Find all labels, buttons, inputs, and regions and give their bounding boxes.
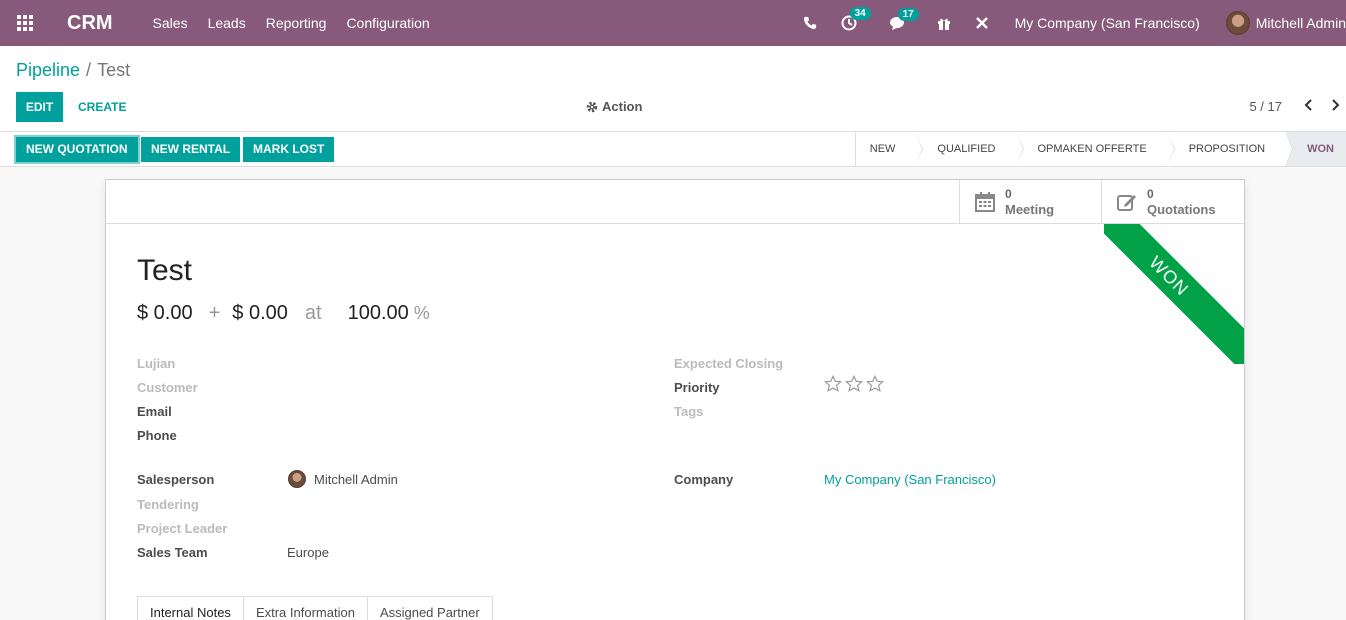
revenue-line: $ 0.00 + $ 0.00 at 100.00 %	[137, 302, 430, 325]
tab-internal-notes[interactable]: Internal Notes	[137, 596, 244, 620]
probability-value[interactable]: 100.00	[348, 302, 409, 325]
expected-closing-label: Expected Closing	[674, 356, 784, 371]
notebook-tabs: Internal Notes Extra Information Assigne…	[137, 596, 1215, 620]
record-title[interactable]: Test	[137, 254, 192, 288]
percent-sign: %	[413, 303, 430, 323]
breadcrumb: Pipeline / Test	[16, 60, 130, 81]
edit-icon	[1117, 195, 1136, 211]
form-sheet: 0 Meeting 0 Quotations WON Test $ 0.00 + $…	[105, 179, 1245, 620]
quotations-smart-button[interactable]: 0 Quotations	[1101, 180, 1244, 224]
activity-count-badge: 34	[849, 7, 871, 20]
control-panel: Pipeline / Test EDIT CREATE Action 5 / 17	[0, 46, 1346, 132]
salesperson-avatar	[288, 470, 306, 488]
plus-sign: +	[208, 302, 221, 324]
quotations-count: 0	[1147, 187, 1154, 201]
prorated-revenue[interactable]: $ 0.00	[232, 302, 288, 325]
pager-previous-icon[interactable]	[1304, 92, 1314, 122]
action-dropdown[interactable]: Action	[586, 92, 642, 122]
new-quotation-button[interactable]: NEW QUOTATION	[14, 135, 140, 164]
gear-icon	[586, 101, 598, 113]
priority-stars	[824, 375, 884, 393]
project-leader-label: Project Leader	[137, 521, 228, 536]
sales-team-label: Sales Team	[137, 545, 208, 560]
breadcrumb-pipeline-link[interactable]: Pipeline	[16, 60, 80, 80]
edit-button[interactable]: EDIT	[16, 92, 63, 122]
stage-proposition[interactable]: PROPOSITION	[1167, 132, 1294, 166]
tendering-label: Tendering	[137, 497, 199, 512]
activity-icon[interactable]: 34	[841, 7, 871, 31]
customer-label: Customer	[137, 380, 198, 395]
navbar-systray: 34 17 My Company (San Francisco) Mitchel…	[791, 0, 1346, 46]
company-switcher[interactable]: My Company (San Francisco)	[1015, 15, 1200, 31]
new-rental-button[interactable]: NEW RENTAL	[141, 137, 241, 162]
salesperson-value[interactable]: Mitchell Admin	[314, 472, 398, 487]
menu-sales[interactable]: Sales	[153, 15, 188, 31]
expected-revenue[interactable]: $ 0.00	[137, 302, 193, 325]
won-ribbon: WON	[1104, 224, 1244, 364]
star-icon[interactable]	[866, 375, 884, 393]
messages-icon[interactable]: 17	[889, 8, 919, 30]
debug-tools-icon[interactable]	[975, 16, 989, 30]
pager-value[interactable]: 5 / 17	[1249, 92, 1282, 122]
at-label: at	[304, 302, 322, 324]
action-label: Action	[602, 99, 643, 114]
tab-extra-information[interactable]: Extra Information	[242, 596, 368, 620]
tags-label: Tags	[674, 404, 704, 419]
stage-pipeline: NEW QUALIFIED OPMAKEN OFFERTE PROPOSITIO…	[854, 132, 1346, 166]
meeting-label: Meeting	[1005, 202, 1055, 217]
menu-leads[interactable]: Leads	[208, 15, 246, 31]
breadcrumb-separator: /	[86, 60, 92, 80]
stage-won[interactable]: WON	[1285, 132, 1346, 166]
priority-label: Priority	[674, 380, 720, 395]
mark-lost-button[interactable]: MARK LOST	[243, 137, 335, 162]
user-avatar	[1225, 11, 1250, 35]
user-name: Mitchell Admin	[1255, 15, 1346, 31]
top-navbar: CRM Sales Leads Reporting Configuration …	[0, 0, 1346, 46]
email-label: Email	[137, 404, 172, 419]
star-icon[interactable]	[824, 375, 842, 393]
tab-assigned-partner[interactable]: Assigned Partner	[366, 596, 493, 620]
meeting-count: 0	[1005, 187, 1012, 201]
breadcrumb-current: Test	[97, 60, 131, 80]
stage-qualified[interactable]: QUALIFIED	[915, 132, 1024, 166]
stage-new[interactable]: NEW	[856, 132, 924, 166]
company-label: Company	[674, 472, 734, 487]
menu-reporting[interactable]: Reporting	[266, 15, 327, 31]
user-menu[interactable]: Mitchell Admin	[1225, 11, 1346, 35]
meeting-smart-button[interactable]: 0 Meeting	[959, 180, 1102, 224]
quotations-label: Quotations	[1147, 202, 1216, 217]
pager-next-icon[interactable]	[1330, 92, 1340, 122]
phone-label: Phone	[137, 428, 177, 443]
create-button[interactable]: CREATE	[78, 92, 126, 122]
form-statusbar: NEW QUOTATION NEW RENTAL MARK LOST NEW Q…	[0, 132, 1346, 167]
apps-menu-icon[interactable]	[0, 0, 50, 46]
calendar-icon	[975, 192, 995, 212]
menu-configuration[interactable]: Configuration	[346, 15, 429, 31]
stage-opmaken-offerte[interactable]: OPMAKEN OFFERTE	[1016, 132, 1175, 166]
message-count-badge: 17	[897, 8, 919, 21]
won-ribbon-text: WON	[1104, 224, 1244, 364]
smart-button-box: 0 Meeting 0 Quotations	[106, 180, 1244, 224]
salesperson-label: Salesperson	[137, 472, 215, 487]
lujian-label: Lujian	[137, 356, 176, 371]
company-value-link[interactable]: My Company (San Francisco)	[824, 472, 996, 487]
app-brand[interactable]: CRM	[67, 12, 113, 35]
gift-icon[interactable]	[937, 16, 951, 30]
phone-icon[interactable]	[803, 16, 817, 30]
star-icon[interactable]	[845, 375, 863, 393]
sales-team-value[interactable]: Europe	[287, 545, 329, 560]
